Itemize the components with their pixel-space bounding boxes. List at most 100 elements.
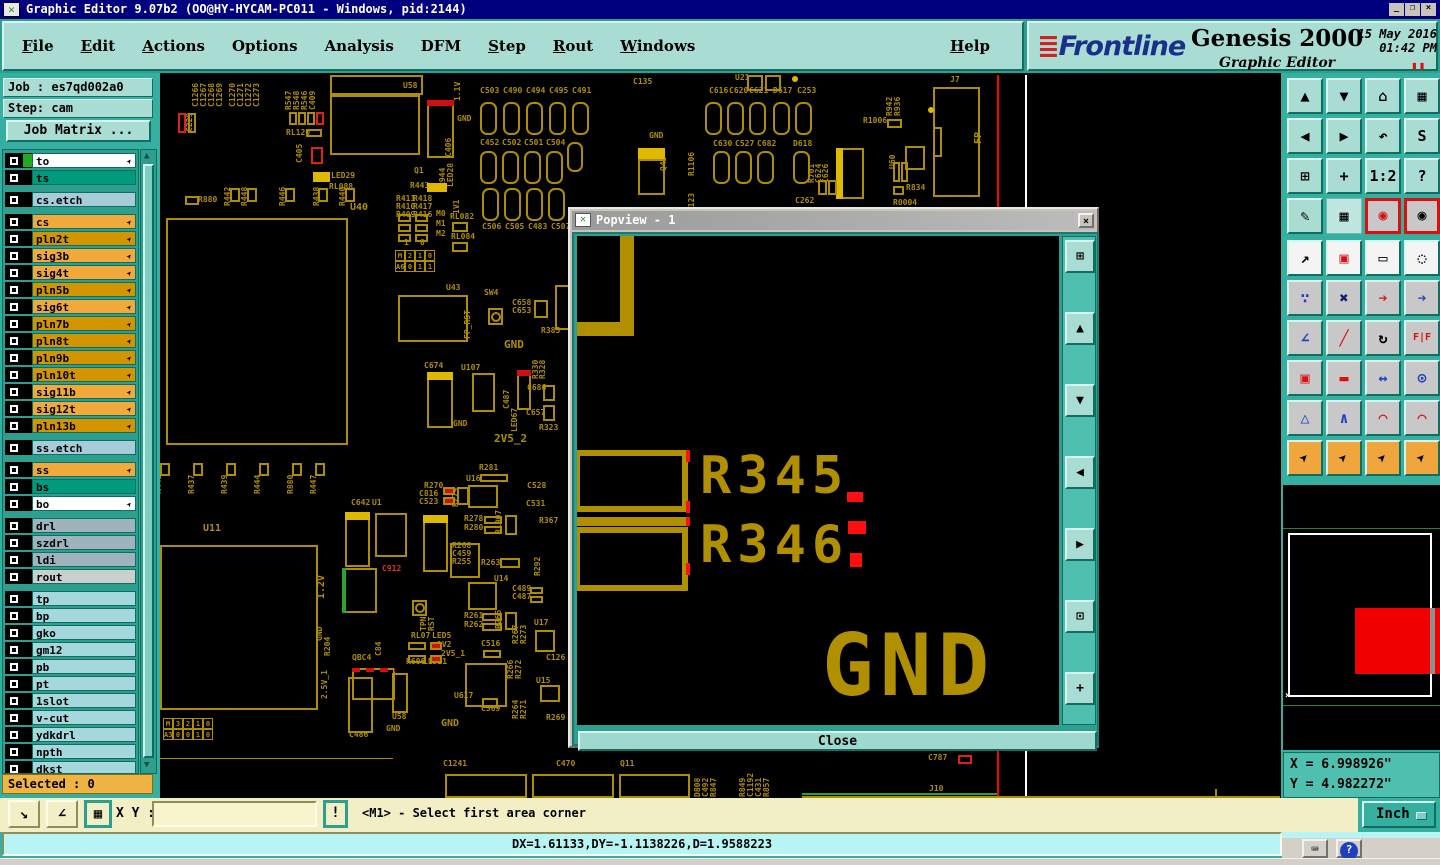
segment-button[interactable]: ▬ [1326, 360, 1362, 396]
job-matrix-button[interactable]: Job Matrix ... [6, 120, 151, 142]
restore-button[interactable]: ❐ [1405, 3, 1420, 16]
surface-chevron-button[interactable]: ∧ [1326, 400, 1362, 436]
layer-row-cs.etch[interactable]: cs.etch [5, 192, 136, 207]
previous-view-button[interactable]: ↶ [1365, 118, 1401, 154]
layer-name-bo[interactable]: bo ➤ [32, 496, 136, 511]
zoom-in-button[interactable]: ▲ [1287, 78, 1323, 114]
layer-checkbox-ydkdrl[interactable] [8, 728, 20, 741]
layer-row-v-cut[interactable]: v-cut [5, 710, 136, 725]
cursor-lasso-button[interactable]: ➤ [1365, 440, 1401, 476]
layer-row-ldi[interactable]: ldi [5, 552, 136, 567]
cursor-frame-button[interactable]: ➤ [1326, 440, 1362, 476]
keyboard-icon-button[interactable]: ⌨ [1302, 839, 1328, 858]
layer-checkbox-dkst[interactable] [8, 762, 20, 773]
layer-row-sig4t[interactable]: sig4t ➤ [5, 265, 136, 280]
menu-actions[interactable]: Actions [142, 37, 205, 55]
zoom-out-button[interactable]: ▼ [1326, 78, 1362, 114]
layer-checkbox-pln5b[interactable] [8, 283, 20, 296]
layer-checkbox-gko[interactable] [8, 626, 20, 639]
layer-name-sig12t[interactable]: sig12t ➤ [32, 401, 136, 416]
layer-name-ts[interactable]: ts [32, 170, 136, 185]
layer-checkbox-szdrl[interactable] [8, 536, 20, 549]
layer-name-ldi[interactable]: ldi [32, 552, 136, 567]
layer-checkbox-bo[interactable] [8, 497, 20, 510]
layer-name-sig11b[interactable]: sig11b ➤ [32, 384, 136, 399]
layer-row-gko[interactable]: gko [5, 625, 136, 640]
home-view-button[interactable]: ⌂ [1365, 78, 1401, 114]
layer-row-drl[interactable]: drl [5, 518, 136, 533]
app-icon[interactable]: ✕ [3, 2, 20, 17]
layer-checkbox-pln2t[interactable] [8, 232, 20, 245]
layer-checkbox-drl[interactable] [8, 519, 20, 532]
surface-arc-button[interactable]: ◠ [1365, 400, 1401, 436]
layer-checkbox-bs[interactable] [8, 480, 20, 493]
layer-row-bo[interactable]: bo ➤ [5, 496, 136, 511]
layer-row-sig3b[interactable]: sig3b ➤ [5, 248, 136, 263]
menu-rout[interactable]: Rout [553, 37, 593, 55]
cursor-select-button[interactable]: ➤ [1287, 440, 1323, 476]
pad-copy-button[interactable]: ⊙ [1404, 360, 1440, 396]
xy-input[interactable] [152, 801, 317, 827]
surface-cross-button[interactable]: ◠ [1404, 400, 1440, 436]
exclaim-button[interactable]: ! [323, 800, 348, 828]
chain-select-button[interactable]: ∵ [1287, 280, 1323, 316]
display-states-1-button[interactable]: ◉ [1365, 198, 1401, 234]
layer-name-ss[interactable]: ss ➤ [32, 462, 136, 477]
scroll-thumb[interactable] [143, 164, 154, 758]
layer-name-pln13b[interactable]: pln13b ➤ [32, 418, 136, 433]
layer-name-pln2t[interactable]: pln2t ➤ [32, 231, 136, 246]
layer-name-szdrl[interactable]: szdrl [32, 535, 136, 550]
measure-ruler-button[interactable]: ▭ [1365, 240, 1401, 276]
help-button[interactable]: ? [1404, 158, 1440, 194]
copy-to-layer-button[interactable]: ➔ [1365, 280, 1401, 316]
layer-checkbox-ts[interactable] [8, 171, 20, 184]
popview-pan-center-button[interactable]: + [1065, 672, 1095, 705]
layer-row-ydkdrl[interactable]: ydkdrl [5, 727, 136, 742]
layer-checkbox-rout[interactable] [8, 570, 20, 583]
layer-row-bp[interactable]: bp [5, 608, 136, 623]
layer-name-ydkdrl[interactable]: ydkdrl [32, 727, 136, 742]
layer-name-dkst[interactable]: dkst [32, 761, 136, 773]
layer-name-bs[interactable]: bs [32, 479, 136, 494]
layer-name-sig6t[interactable]: sig6t ➤ [32, 299, 136, 314]
layer-checkbox-cs[interactable] [8, 215, 20, 228]
construct-line-button[interactable]: ╱ [1326, 320, 1362, 356]
layer-row-sig11b[interactable]: sig11b ➤ [5, 384, 136, 399]
copy-mode-button[interactable]: ▣ [1326, 240, 1362, 276]
redraw-button[interactable]: S [1404, 118, 1440, 154]
layer-checkbox-tp[interactable] [8, 592, 20, 605]
layer-row-rout[interactable]: rout [5, 569, 136, 584]
layer-row-gm12[interactable]: gm12 [5, 642, 136, 657]
layer-row-1slot[interactable]: 1slot [5, 693, 136, 708]
layer-checkbox-to[interactable] [8, 154, 20, 167]
popview-canvas[interactable]: R345 R346 GND [577, 236, 1059, 725]
layer-checkbox-v-cut[interactable] [8, 711, 20, 724]
menu-options[interactable]: Options [232, 37, 298, 55]
layer-checkbox-pln8t[interactable] [8, 334, 20, 347]
popview-close-button[interactable]: Close [578, 731, 1097, 751]
layer-name-cs[interactable]: cs ➤ [32, 214, 136, 229]
layer-name-1slot[interactable]: 1slot [32, 693, 136, 708]
layer-name-npth[interactable]: npth [32, 744, 136, 759]
close-button[interactable]: × [1421, 3, 1436, 16]
layer-name-sig4t[interactable]: sig4t ➤ [32, 265, 136, 280]
layer-name-v-cut[interactable]: v-cut [32, 710, 136, 725]
menu-file[interactable]: File [22, 37, 54, 55]
tile-windows-button[interactable]: ▦ [84, 800, 112, 828]
popview-dialog[interactable]: ✕ Popview - 1 × R345 R346 GND ⊞ ▲ ▼ ◀ ▶ ⊡ + Clos… [568, 207, 1099, 751]
menu-edit[interactable]: Edit [81, 37, 116, 55]
surface-triangle-button[interactable]: △ [1287, 400, 1323, 436]
window-titlebar[interactable]: ✕ Graphic Editor 9.07b2 (OO@HY-HYCAM-PC0… [0, 0, 1440, 19]
view-windows-button[interactable]: ▦ [1404, 78, 1440, 114]
move-to-layer-button[interactable]: ➔ [1404, 280, 1440, 316]
snap-grid-button[interactable]: ▦ [1326, 198, 1362, 234]
layer-name-gm12[interactable]: gm12 [32, 642, 136, 657]
delete-button[interactable]: ✖ [1326, 280, 1362, 316]
layer-name-drl[interactable]: drl [32, 518, 136, 533]
layer-name-cs.etch[interactable]: cs.etch [32, 192, 136, 207]
popview-detach-view-button[interactable]: ⊞ [1065, 240, 1095, 273]
pad-snap-button[interactable]: ▣ [1287, 360, 1323, 396]
layer-row-pln2t[interactable]: pln2t ➤ [5, 231, 136, 246]
layer-checkbox-ldi[interactable] [8, 553, 20, 566]
layer-row-bs[interactable]: bs [5, 479, 136, 494]
